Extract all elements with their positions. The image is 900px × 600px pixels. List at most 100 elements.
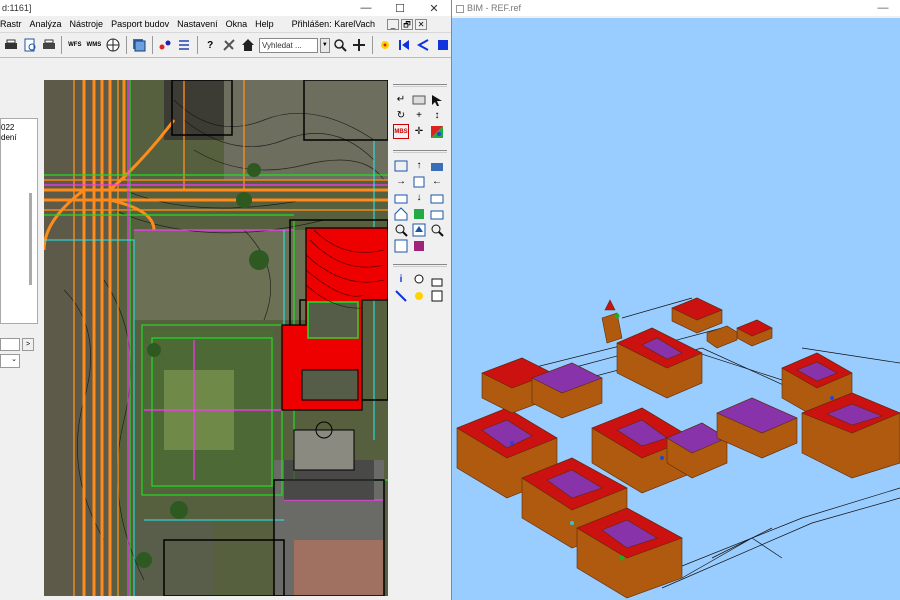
zoom-window-icon[interactable] [393,158,409,173]
vertical-measure-icon[interactable]: ↕ [429,108,445,123]
list-icon[interactable] [176,36,193,54]
menu-nastroje[interactable]: Nástroje [70,19,104,29]
layer-next-button[interactable]: > [22,338,34,351]
first-icon[interactable] [396,36,413,54]
menu-okna[interactable]: Okna [226,19,248,29]
previous-view-icon[interactable] [393,238,409,253]
down-view-icon[interactable] [411,206,427,221]
mdi-restore-button[interactable]: 🗗 [401,18,414,30]
search-input[interactable]: Vyhledat ... [258,37,318,53]
right-arrow-icon[interactable]: → [393,174,409,189]
toolbar-separator [371,36,373,54]
print-preview-icon[interactable] [21,36,38,54]
layers-panel: 022 dení > ⌄ [0,80,40,600]
close-button[interactable]: ✕ [417,2,451,15]
map-canvas[interactable] [44,80,388,596]
layers-list[interactable]: 022 dení [0,118,38,324]
tool-group-info: i [393,268,447,303]
menu-help[interactable]: Help [255,19,274,29]
highlight-icon[interactable] [411,288,427,303]
layers-list-item[interactable]: 022 [1,123,14,132]
select-icon[interactable] [157,36,174,54]
cursor-icon[interactable] [429,92,445,107]
zoom-extent-icon[interactable] [411,222,427,237]
gis-window-title: d:1161] [2,3,32,13]
menu-rastr[interactable]: Rastr [0,19,22,29]
map-tool-panel: ↵ ↻ + ↕ MBS ✛ ↑ → ← ↓ i [391,80,451,600]
mdi-minimize-button[interactable]: _ [387,18,400,30]
layers-icon[interactable] [130,36,147,54]
up-arrow-icon[interactable]: ↑ [411,158,427,173]
map-view[interactable] [44,80,388,596]
folder-up-icon[interactable] [429,158,445,173]
mbs-icon[interactable]: MBS [393,124,409,139]
tool-group-header [393,84,447,87]
pan-icon[interactable] [351,36,368,54]
tool-group-header [393,264,447,267]
house-view-icon[interactable] [393,206,409,221]
folder-open-icon[interactable] [429,190,445,205]
search-dropdown-button[interactable]: ▼ [320,37,330,53]
marker-icon[interactable] [377,36,394,54]
wfs-icon[interactable]: WFS [66,36,83,54]
folder-view-icon[interactable] [429,206,445,221]
print-setup-icon[interactable] [40,36,57,54]
tools-icon[interactable] [221,36,238,54]
bim-3d-viewport[interactable] [452,18,900,600]
down-arrow-icon[interactable]: ↓ [411,190,427,205]
back-icon[interactable] [415,36,432,54]
zoom-in-icon[interactable] [429,222,445,237]
printer-icon[interactable] [2,36,19,54]
bulb-icon[interactable] [411,272,427,287]
layers-scrollbar[interactable] [29,193,32,285]
crosshair-icon[interactable]: ✛ [411,124,427,139]
bim-window-title-text: BIM - REF.ref [467,3,522,13]
help-icon[interactable]: ? [202,36,219,54]
layer-combo[interactable]: ⌄ [0,354,20,368]
center-icon[interactable] [411,174,427,189]
minimize-button[interactable]: — [349,2,383,14]
mdi-controls: _ 🗗 ✕ [387,18,428,30]
tool-group-header [393,150,447,153]
menu-nastaveni[interactable]: Nastavení [177,19,218,29]
mbs-label: MBS [394,128,408,135]
bim-window-title: BIM - REF.ref [452,3,866,13]
empty-slot [429,238,445,253]
folder-icon[interactable] [393,190,409,205]
bim-minimize-button[interactable]: — [866,2,900,14]
globe-icon[interactable] [104,36,121,54]
logged-in-user: Přihlášen: KarelVach [291,19,376,29]
mdi-close-button[interactable]: ✕ [415,18,428,30]
menu-pasport-budov[interactable]: Pasport budov [111,19,169,29]
area-icon[interactable] [429,288,445,303]
left-arrow-icon[interactable]: ← [429,174,445,189]
building-view-icon[interactable] [411,238,427,253]
bim-3d-canvas[interactable] [452,18,900,600]
measure-icon[interactable] [393,288,409,303]
enter-icon[interactable]: ↵ [393,92,409,107]
keyboard-icon[interactable] [411,92,427,107]
info-icon[interactable]: i [393,272,409,287]
wfs-label: WFS [68,42,82,48]
stop-icon[interactable] [434,36,451,54]
home-icon[interactable] [240,36,257,54]
menu-analyza[interactable]: Analýza [30,19,62,29]
main-toolbar: WFS WMS ? Vyhledat ... ▼ [0,32,451,58]
snap-icon[interactable]: + [411,108,427,123]
gis-titlebar: d:1161] — ☐ ✕ [0,0,451,16]
layers-list-item[interactable]: dení [1,133,17,142]
rotate-icon[interactable]: ↻ [393,108,409,123]
menu-bar: Rastr Analýza Nástroje Pasport budov Nas… [0,16,451,32]
lock-icon[interactable] [429,272,445,287]
layer-filter-input[interactable] [0,338,20,351]
colors-icon[interactable] [429,124,445,139]
bim-window: BIM - REF.ref — [452,0,900,600]
zoom-icon[interactable] [332,36,349,54]
wms-icon[interactable]: WMS [85,36,102,54]
tool-group-edit: ↵ ↻ + ↕ MBS ✛ [393,88,447,139]
zoom-out-icon[interactable] [393,222,409,237]
maximize-button[interactable]: ☐ [383,2,417,15]
toolbar-separator [196,36,198,54]
bim-titlebar: BIM - REF.ref — [452,0,900,16]
toolbar-separator [151,36,153,54]
